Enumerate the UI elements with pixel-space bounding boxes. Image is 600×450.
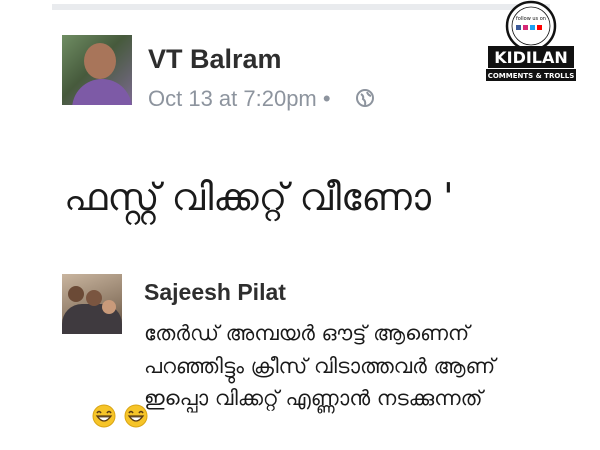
meta-separator: •	[322, 86, 331, 111]
comment-text-line: ഇപ്പൊ വിക്കറ്റ് എണ്ണാൻ നടക്കുന്നത്	[144, 386, 483, 410]
comment-author-avatar[interactable]	[62, 274, 122, 334]
post-author-name[interactable]: VT Balram	[148, 44, 282, 75]
kidilan-watermark-logo: follow us on KIDILAN COMMENTS & TROLLS	[486, 0, 576, 81]
grinning-face-icon	[92, 404, 116, 428]
grinning-face-icon	[124, 404, 148, 428]
post-meta: Oct 13 at 7:20pm •	[148, 86, 331, 112]
post-author-avatar[interactable]	[62, 35, 132, 105]
globe-icon[interactable]	[356, 89, 374, 107]
comment-text-line: പറഞ്ഞിട്ടും ക്രീസ് വിടാത്തവർ ആണ്	[144, 354, 496, 378]
watermark-brand: KIDILAN	[494, 48, 568, 67]
post-timestamp[interactable]: Oct 13 at 7:20pm	[148, 86, 317, 111]
watermark-subtitle: COMMENTS & TROLLS	[488, 72, 575, 80]
post-body-text: ഫസ്റ്റ് വിക്കറ്റ് വീണോ '	[64, 175, 454, 219]
comment-text-line: തേർഡ് അമ്പയർ ഔട്ട് ആണെന്	[144, 321, 470, 345]
comment-author-name[interactable]: Sajeesh Pilat	[144, 279, 286, 306]
watermark-follow-text: follow us on	[516, 16, 546, 22]
comment-emoji-row	[92, 404, 151, 432]
